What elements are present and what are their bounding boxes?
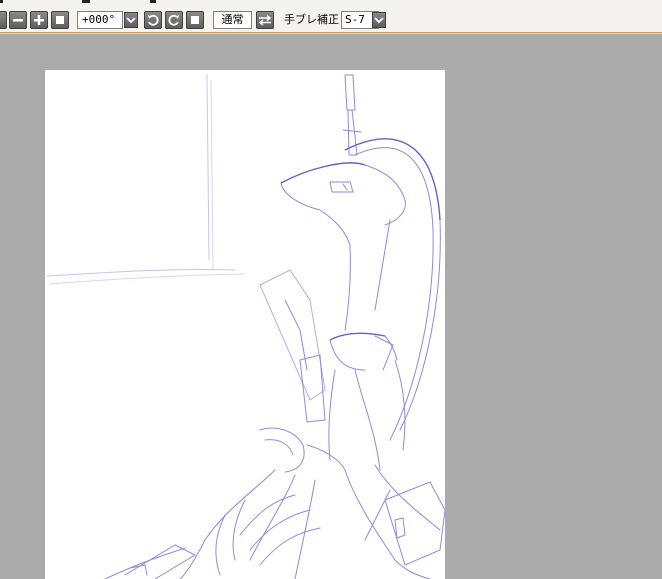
square-icon — [56, 16, 64, 24]
chevron-down-icon — [126, 17, 136, 24]
sketch-drawing — [46, 74, 445, 579]
rotation-angle-input[interactable]: +000° — [77, 11, 123, 29]
view-toolbar: +000° 通常 手ブレ補正 S-7 — [0, 0, 662, 33]
stabilizer-dropdown-button[interactable] — [372, 12, 386, 28]
rotate-right-button[interactable] — [165, 11, 183, 29]
chevron-down-icon — [374, 17, 384, 24]
rotate-left-button[interactable] — [144, 11, 162, 29]
toolbar-edge-stub — [150, 0, 156, 3]
rotate-left-icon — [148, 14, 159, 26]
reset-rotation-button[interactable] — [186, 11, 204, 29]
zoom-out-button[interactable] — [9, 11, 27, 29]
toolbar-edge-stub — [82, 0, 90, 3]
drawing-canvas[interactable] — [45, 70, 445, 579]
plus-icon — [34, 15, 44, 25]
rotate-right-icon — [168, 14, 179, 26]
square-icon — [191, 16, 199, 24]
zoom-in-button[interactable] — [30, 11, 48, 29]
blend-mode-button[interactable]: 通常 — [213, 11, 252, 29]
toolbar-edge-stub — [0, 0, 3, 3]
toolbar-partial-button[interactable] — [0, 11, 7, 29]
canvas-workspace[interactable] — [0, 34, 662, 579]
minus-icon — [13, 19, 23, 22]
flip-horizontal-icon — [258, 14, 272, 26]
flip-horizontal-button[interactable] — [256, 11, 274, 29]
stabilizer-label: 手ブレ補正 — [284, 13, 339, 26]
rotation-dropdown-button[interactable] — [124, 12, 138, 28]
fit-view-button[interactable] — [51, 11, 69, 29]
